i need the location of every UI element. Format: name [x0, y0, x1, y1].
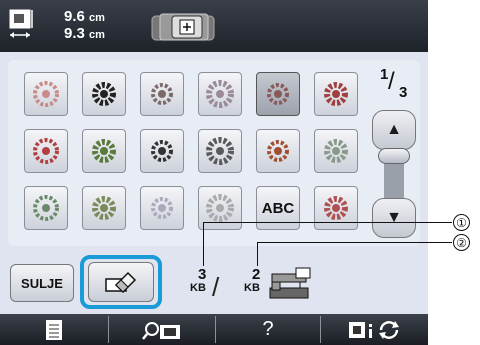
- diamond-lace-icon: [324, 82, 348, 106]
- pattern-tile-rose-single[interactable]: [256, 129, 300, 173]
- callout-1-leader: [203, 222, 204, 266]
- heart-wreath-icon: [33, 138, 59, 164]
- height-value: 9.3: [64, 25, 85, 42]
- height-unit: cm: [89, 29, 105, 41]
- nav-view-button[interactable]: [109, 314, 215, 345]
- page-icon: [46, 319, 62, 340]
- pattern-tile-vine-border[interactable]: [140, 186, 184, 230]
- rose-single-icon: [267, 140, 289, 162]
- size-icon: [9, 9, 33, 38]
- pattern-tile-leaf-sprig[interactable]: [314, 129, 358, 173]
- flower-cluster-icon: [92, 139, 116, 163]
- page-scroller: ▲ ▼: [372, 110, 416, 238]
- down-arrow-icon: ▼: [386, 209, 402, 226]
- pattern-tile-heart-wreath[interactable]: [24, 129, 68, 173]
- pattern-tile-horseshoe[interactable]: [198, 186, 242, 230]
- floral-round-icon: [33, 81, 59, 107]
- nav-help-button[interactable]: ?: [216, 314, 320, 345]
- pattern-tile-round-rose[interactable]: [140, 72, 184, 116]
- top-bar: 9.6 cm 9.3 cm: [0, 0, 428, 52]
- nav-page-button[interactable]: [0, 314, 108, 345]
- pattern-tile-oval-floral[interactable]: [82, 72, 126, 116]
- lace-corner-icon: [206, 137, 234, 165]
- pattern-tile-rose-bouquet[interactable]: [140, 129, 184, 173]
- embroidery-screen: 9.6 cm 9.3 cm ABC 1 / 3 ▲ ▼ SULJE 3 KB /…: [0, 0, 428, 345]
- round-rose-icon: [151, 83, 173, 105]
- scroll-up-button[interactable]: ▲: [372, 110, 416, 150]
- horseshoe-icon: [206, 194, 234, 222]
- flower-sprig-icon: [92, 196, 116, 220]
- memory-left-value: 3: [198, 266, 207, 283]
- pattern-size: 9.6 cm 9.3 cm: [64, 9, 105, 43]
- magnifier-icon: [142, 321, 180, 340]
- leaf-sprig-icon: [324, 139, 348, 163]
- square-star-icon: [267, 83, 289, 105]
- page-total: 3: [399, 84, 408, 101]
- scroll-thumb[interactable]: [378, 148, 410, 164]
- memory-right-value: 2: [252, 266, 261, 283]
- callout-1-marker: ①: [453, 214, 470, 231]
- width-unit: cm: [89, 12, 105, 24]
- memory-left-unit: KB: [190, 282, 206, 294]
- memory-right-unit: KB: [244, 282, 260, 294]
- width-value: 9.6: [64, 8, 85, 25]
- settings-icon: [348, 320, 399, 339]
- close-button[interactable]: SULJE: [10, 264, 74, 302]
- pattern-tile-ABC[interactable]: ABC: [256, 186, 300, 230]
- abc-pattern-label: ABC: [261, 199, 295, 217]
- delete-button[interactable]: [88, 262, 154, 302]
- oval-floral-icon: [92, 82, 116, 106]
- pattern-tile-floral-round[interactable]: [24, 72, 68, 116]
- pattern-tile-oval-wreath[interactable]: [24, 186, 68, 230]
- oval-wreath-icon: [33, 195, 59, 221]
- callout-2-line: [257, 242, 452, 243]
- callout-1-line: [203, 222, 452, 223]
- page-indicator: 1 / 3: [380, 66, 408, 101]
- vine-border-icon: [151, 197, 173, 219]
- pattern-tile-lace-corner[interactable]: [198, 129, 242, 173]
- pattern-tile-flower-bouquet[interactable]: [314, 186, 358, 230]
- memory-separator: /: [212, 272, 220, 302]
- scroll-down-button[interactable]: ▼: [372, 198, 416, 238]
- pattern-tile-diamond-lace[interactable]: [314, 72, 358, 116]
- eraser-icon: [105, 271, 137, 294]
- square-lace-icon: [206, 80, 234, 108]
- pattern-tile-square-star[interactable]: [256, 72, 300, 116]
- nav-settings-button[interactable]: [321, 314, 428, 345]
- sewing-machine-icon: [269, 267, 311, 299]
- hoop-frame-icon: [151, 13, 215, 41]
- callout-2-marker: ②: [453, 234, 470, 251]
- pattern-tile-square-lace[interactable]: [198, 72, 242, 116]
- pattern-tile-flower-sprig[interactable]: [82, 186, 126, 230]
- pattern-tile-flower-cluster[interactable]: [82, 129, 126, 173]
- callout-2-leader: [257, 242, 258, 266]
- help-icon: ?: [262, 318, 274, 340]
- flower-bouquet-icon: [324, 196, 348, 220]
- up-arrow-icon: ▲: [386, 121, 402, 138]
- rose-bouquet-icon: [151, 140, 173, 162]
